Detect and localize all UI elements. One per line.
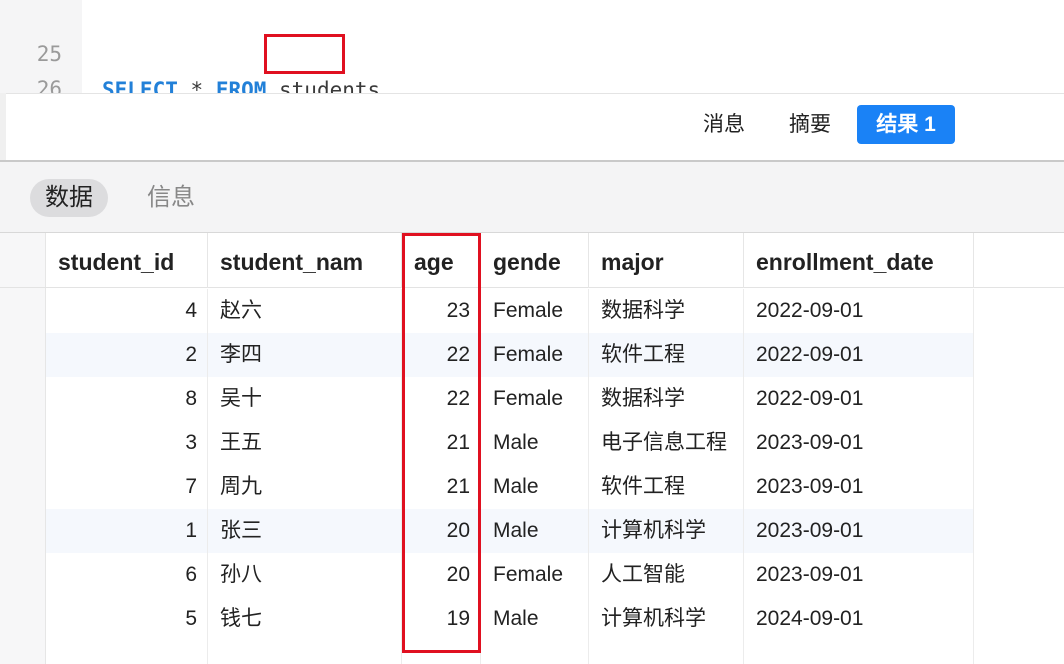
cell-gender[interactable]: Male (481, 509, 589, 553)
tab-summary[interactable]: 摘要 (776, 105, 844, 144)
cell-student-id[interactable]: 5 (46, 597, 208, 641)
cell-student-id[interactable]: 2 (46, 333, 208, 377)
cell-enrollment-date[interactable]: 2024-09-01 (744, 597, 974, 641)
empty-cell (208, 641, 402, 664)
cell-major[interactable]: 人工智能 (589, 553, 744, 597)
empty-cell (744, 641, 974, 664)
cell-enrollment-date[interactable]: 2023-09-01 (744, 465, 974, 509)
cell-student-id[interactable]: 6 (46, 553, 208, 597)
cell-student-name[interactable]: 吴十 (208, 377, 402, 421)
cell-gender[interactable]: Male (481, 465, 589, 509)
table-row[interactable]: 8 吴十 22 Female 数据科学 2022-09-01 (46, 377, 974, 421)
empty-cell (481, 641, 589, 664)
cell-enrollment-date[interactable]: 2022-09-01 (744, 289, 974, 333)
cell-student-name[interactable]: 孙八 (208, 553, 402, 597)
table-row[interactable]: 6 孙八 20 Female 人工智能 2023-09-01 (46, 553, 974, 597)
empty-cell (589, 641, 744, 664)
cell-gender[interactable]: Female (481, 333, 589, 377)
table-row[interactable]: 5 钱七 19 Male 计算机科学 2024-09-01 (46, 597, 974, 641)
cell-major[interactable]: 数据科学 (589, 289, 744, 333)
cell-major[interactable]: 软件工程 (589, 465, 744, 509)
cell-student-id[interactable]: 3 (46, 421, 208, 465)
empty-cell (46, 641, 208, 664)
cell-major[interactable]: 计算机科学 (589, 509, 744, 553)
cell-gender[interactable]: Male (481, 421, 589, 465)
empty-row (46, 641, 974, 664)
code-line-27[interactable]: 27 (0, 70, 1064, 93)
tab-info[interactable]: 信息 (132, 179, 210, 217)
view-switcher: 数据 信息 (0, 162, 1064, 232)
cell-student-name[interactable]: 钱七 (208, 597, 402, 641)
column-header-student-id[interactable]: student_id (46, 233, 208, 288)
cell-major[interactable]: 电子信息工程 (589, 421, 744, 465)
grid-header: student_id student_nam age gende major enroll… (0, 233, 1064, 288)
cell-enrollment-date[interactable]: 2022-09-01 (744, 377, 974, 421)
tab-result-1[interactable]: 结果 1 (857, 105, 955, 144)
cell-enrollment-date[interactable]: 2023-09-01 (744, 509, 974, 553)
cell-student-id[interactable]: 4 (46, 289, 208, 333)
table-row[interactable]: 4 赵六 23 Female 数据科学 2022-09-01 (46, 289, 974, 333)
cell-enrollment-date[interactable]: 2022-09-01 (744, 333, 974, 377)
code-line-25[interactable]: 25 SELECT * FROM students (0, 0, 1064, 93)
cell-student-name[interactable]: 周九 (208, 465, 402, 509)
table-row[interactable]: 1 张三 20 Male 计算机科学 2023-09-01 (46, 509, 974, 553)
column-header-student-name[interactable]: student_nam (208, 233, 402, 288)
age-column-highlight-box (402, 233, 481, 653)
cell-gender[interactable]: Male (481, 597, 589, 641)
cell-major[interactable]: 计算机科学 (589, 597, 744, 641)
desc-highlight-box (264, 34, 345, 74)
cell-major[interactable]: 数据科学 (589, 377, 744, 421)
result-tab-bar: 消息 摘要 结果 1 (0, 93, 1064, 160)
code-line-26[interactable]: 26 ORDER BY age DESC; (0, 35, 1064, 93)
cell-student-name[interactable]: 赵六 (208, 289, 402, 333)
cell-gender[interactable]: Female (481, 553, 589, 597)
cell-enrollment-date[interactable]: 2023-09-01 (744, 553, 974, 597)
cell-student-id[interactable]: 7 (46, 465, 208, 509)
cell-student-id[interactable]: 1 (46, 509, 208, 553)
cell-student-name[interactable]: 王五 (208, 421, 402, 465)
result-grid[interactable]: student_id student_nam age gende major enroll… (0, 232, 1064, 664)
tab-data[interactable]: 数据 (30, 179, 108, 217)
cell-student-id[interactable]: 8 (46, 377, 208, 421)
cell-enrollment-date[interactable]: 2023-09-01 (744, 421, 974, 465)
row-selector-gutter[interactable] (0, 233, 46, 664)
table-row[interactable]: 7 周九 21 Male 软件工程 2023-09-01 (46, 465, 974, 509)
column-header-enrollment-date[interactable]: enrollment_date (744, 233, 974, 288)
column-header-gender[interactable]: gende (481, 233, 589, 288)
tab-messages[interactable]: 消息 (690, 105, 758, 144)
cell-gender[interactable]: Female (481, 377, 589, 421)
table-row[interactable]: 2 李四 22 Female 软件工程 2022-09-01 (46, 333, 974, 377)
cell-student-name[interactable]: 李四 (208, 333, 402, 377)
cell-gender[interactable]: Female (481, 289, 589, 333)
column-header-major[interactable]: major (589, 233, 744, 288)
sql-editor[interactable]: 25 SELECT * FROM students 26 ORDER BY ag… (0, 0, 1064, 93)
cell-student-name[interactable]: 张三 (208, 509, 402, 553)
cell-major[interactable]: 软件工程 (589, 333, 744, 377)
table-row[interactable]: 3 王五 21 Male 电子信息工程 2023-09-01 (46, 421, 974, 465)
